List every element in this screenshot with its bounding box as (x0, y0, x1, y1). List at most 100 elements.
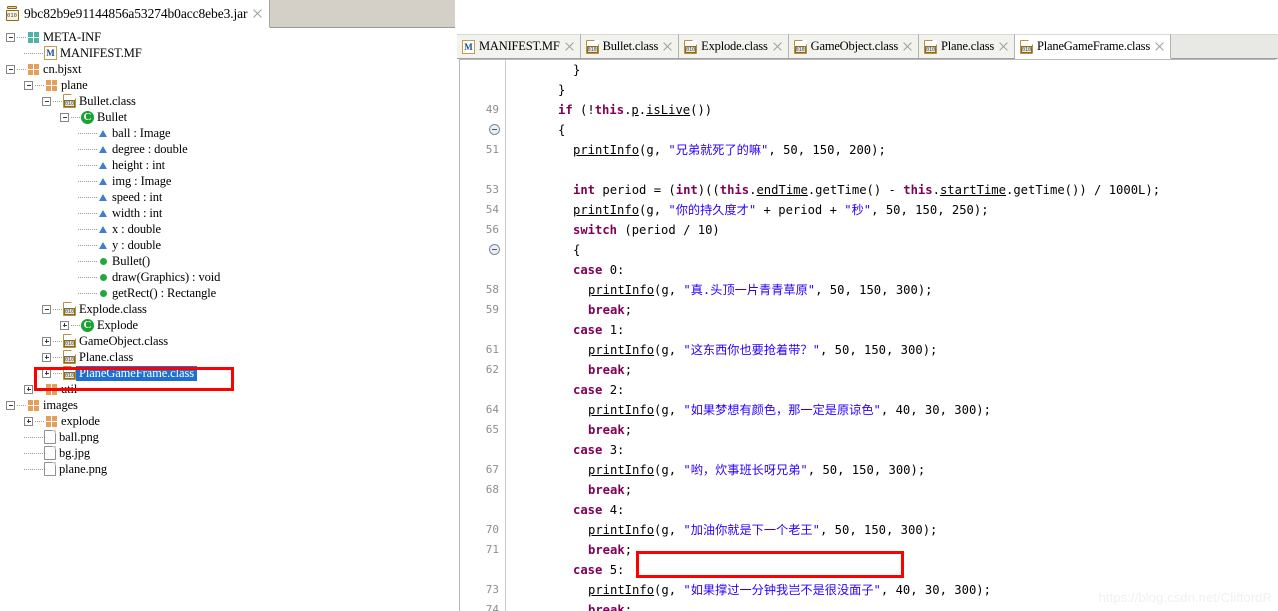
collapse-icon[interactable] (6, 400, 15, 410)
tree-guide (53, 340, 62, 342)
close-icon[interactable] (998, 41, 1009, 52)
code-token-mcall: printInfo (588, 523, 655, 537)
code-line: case 4: (507, 500, 1276, 520)
tree-guide (17, 404, 26, 406)
tree-item-field-img[interactable]: img : Image (0, 173, 447, 189)
tree-item-planegameframe[interactable]: 010 PlaneGameFrame.class (0, 365, 447, 381)
collapse-icon[interactable] (42, 96, 51, 106)
tree-item-method-getrect[interactable]: getRect() : Rectangle (0, 285, 447, 301)
code-token-pln: , 50, 150, 300); (807, 463, 926, 477)
editor-tab-planegameframe-class[interactable]: 010 PlaneGameFrame.class (1015, 34, 1172, 59)
tree-item-manifest-mf[interactable]: M MANIFEST.MF (0, 45, 447, 61)
tree-item-images[interactable]: images (0, 397, 447, 413)
close-icon[interactable] (902, 41, 913, 52)
code-token-fld: endTime (756, 183, 808, 197)
editor-tab-explode-class[interactable]: 010 Explode.class (679, 34, 789, 58)
tree-item-explode-folder[interactable]: explode (0, 413, 447, 429)
class-file-icon: 010 (684, 39, 698, 54)
tree-item-bullet-class[interactable]: 010 Bullet.class (0, 93, 447, 109)
editor-tab-label: Explode.class (701, 39, 768, 53)
expand-icon[interactable] (60, 320, 69, 330)
editor-tab-bullet-class[interactable]: 010 Bullet.class (580, 34, 680, 58)
collapse-icon[interactable] (6, 32, 15, 42)
tree-guide (53, 100, 62, 102)
tree-item-label: PlaneGameFrame.class (76, 365, 197, 381)
tree-item-label: Bullet (97, 109, 127, 124)
code-text[interactable]: }} if (!this.p.isLive()){printInfo(g, "兄弟… (507, 60, 1276, 611)
class-file-icon: 010 (924, 39, 938, 54)
code-line: printInfo(g, "哟，炊事班长呀兄弟", 50, 150, 300); (507, 460, 1276, 480)
line-number: 74 (485, 603, 499, 611)
tree-item-plane-class[interactable]: 010 Plane.class (0, 349, 447, 365)
code-fold-toggle[interactable] (489, 244, 500, 255)
tree-item-plane[interactable]: plane (0, 77, 447, 93)
jar-tab[interactable]: 010 9bc82b9e91144856a53274b0acc8ebe3.jar (0, 0, 271, 28)
tree-item-explode-type[interactable]: C Explode (0, 317, 447, 333)
code-token-pln: ; (624, 423, 633, 437)
code-token-pln: (g, (654, 403, 684, 417)
editor-tab-plane-class[interactable]: 010 Plane.class (919, 34, 1016, 58)
collapse-icon[interactable] (42, 304, 51, 314)
code-line: break; (507, 360, 1276, 380)
line-number: 56 (485, 223, 499, 236)
tree-item-explode-class[interactable]: 010 Explode.class (0, 301, 447, 317)
close-icon[interactable] (1154, 41, 1165, 52)
tree-item-plane-png[interactable]: plane.png (0, 461, 447, 477)
code-token-str: "哟，炊事班长呀兄弟" (683, 463, 808, 477)
collapse-icon[interactable] (24, 80, 33, 90)
code-line: case 2: (507, 380, 1276, 400)
tree-item-util[interactable]: util (0, 381, 447, 397)
close-icon[interactable] (772, 41, 783, 52)
tree-item-meta-inf[interactable]: META-INF (0, 29, 447, 45)
tree-item-label: getRect() : Rectangle (112, 285, 217, 300)
tree-guide (34, 52, 43, 54)
close-icon[interactable] (662, 41, 673, 52)
expand-icon[interactable] (42, 352, 51, 362)
editor-tab-manifest-mf[interactable]: M MANIFEST.MF (457, 34, 581, 58)
tree-guide (78, 228, 87, 230)
tree-item-field-x[interactable]: x : double (0, 221, 447, 237)
tree-item-field-width[interactable]: width : int (0, 205, 447, 221)
package-icon-orange (45, 78, 58, 92)
line-number: 59 (485, 303, 499, 316)
manifest-icon: M (44, 46, 57, 60)
close-icon[interactable] (252, 8, 263, 19)
collapse-icon[interactable] (60, 112, 69, 122)
jar-tree-panel[interactable]: META-INF M MANIFEST.MF cn.bjsxt plane 010 Bull… (0, 29, 447, 611)
tree-item-field-speed[interactable]: speed : int (0, 189, 447, 205)
expand-icon[interactable] (42, 368, 51, 378)
code-token-pln: ; (624, 543, 633, 557)
line-number: 62 (485, 363, 499, 376)
code-fold-toggle[interactable] (489, 124, 500, 135)
collapse-icon[interactable] (6, 64, 15, 74)
tree-item-bg-jpg[interactable]: bg.jpg (0, 445, 447, 461)
tree-item-field-y[interactable]: y : double (0, 237, 447, 253)
close-icon[interactable] (564, 41, 575, 52)
tree-item-bullet-type[interactable]: C Bullet (0, 109, 447, 125)
tree-guide (53, 372, 62, 374)
code-token-pln: 0: (602, 263, 625, 277)
file-icon (44, 430, 56, 444)
expand-icon[interactable] (42, 336, 51, 346)
file-icon (44, 446, 56, 460)
tree-item-method-ctor[interactable]: Bullet() (0, 253, 447, 269)
expand-icon[interactable] (24, 384, 33, 394)
tree-item-field-ball[interactable]: ball : Image (0, 125, 447, 141)
editor-tab-gameobject-class[interactable]: 010 GameObject.class (788, 34, 920, 58)
method-icon (98, 272, 109, 283)
expand-icon[interactable] (24, 416, 33, 426)
tree-item-field-degree[interactable]: degree : double (0, 141, 447, 157)
code-token-kw: case (573, 563, 603, 577)
tree-item-ball-png[interactable]: ball.png (0, 429, 447, 445)
tree-item-method-draw[interactable]: draw(Graphics) : void (0, 269, 447, 285)
tree-guide (88, 180, 97, 182)
code-token-kw: break (588, 363, 625, 377)
tree-item-cn-bjsxt[interactable]: cn.bjsxt (0, 61, 447, 77)
tree-item-field-height[interactable]: height : int (0, 157, 447, 173)
tree-item-gameobject-class[interactable]: 010 GameObject.class (0, 333, 447, 349)
tree-item-label: Plane.class (79, 349, 134, 364)
jar-icon: 010 (5, 6, 19, 21)
code-token-str: "兄弟就死了的嘛" (668, 143, 769, 157)
panel-splitter[interactable] (447, 29, 457, 611)
code-view[interactable]: 49515354565859616264656768707173747677 }… (459, 59, 1276, 611)
